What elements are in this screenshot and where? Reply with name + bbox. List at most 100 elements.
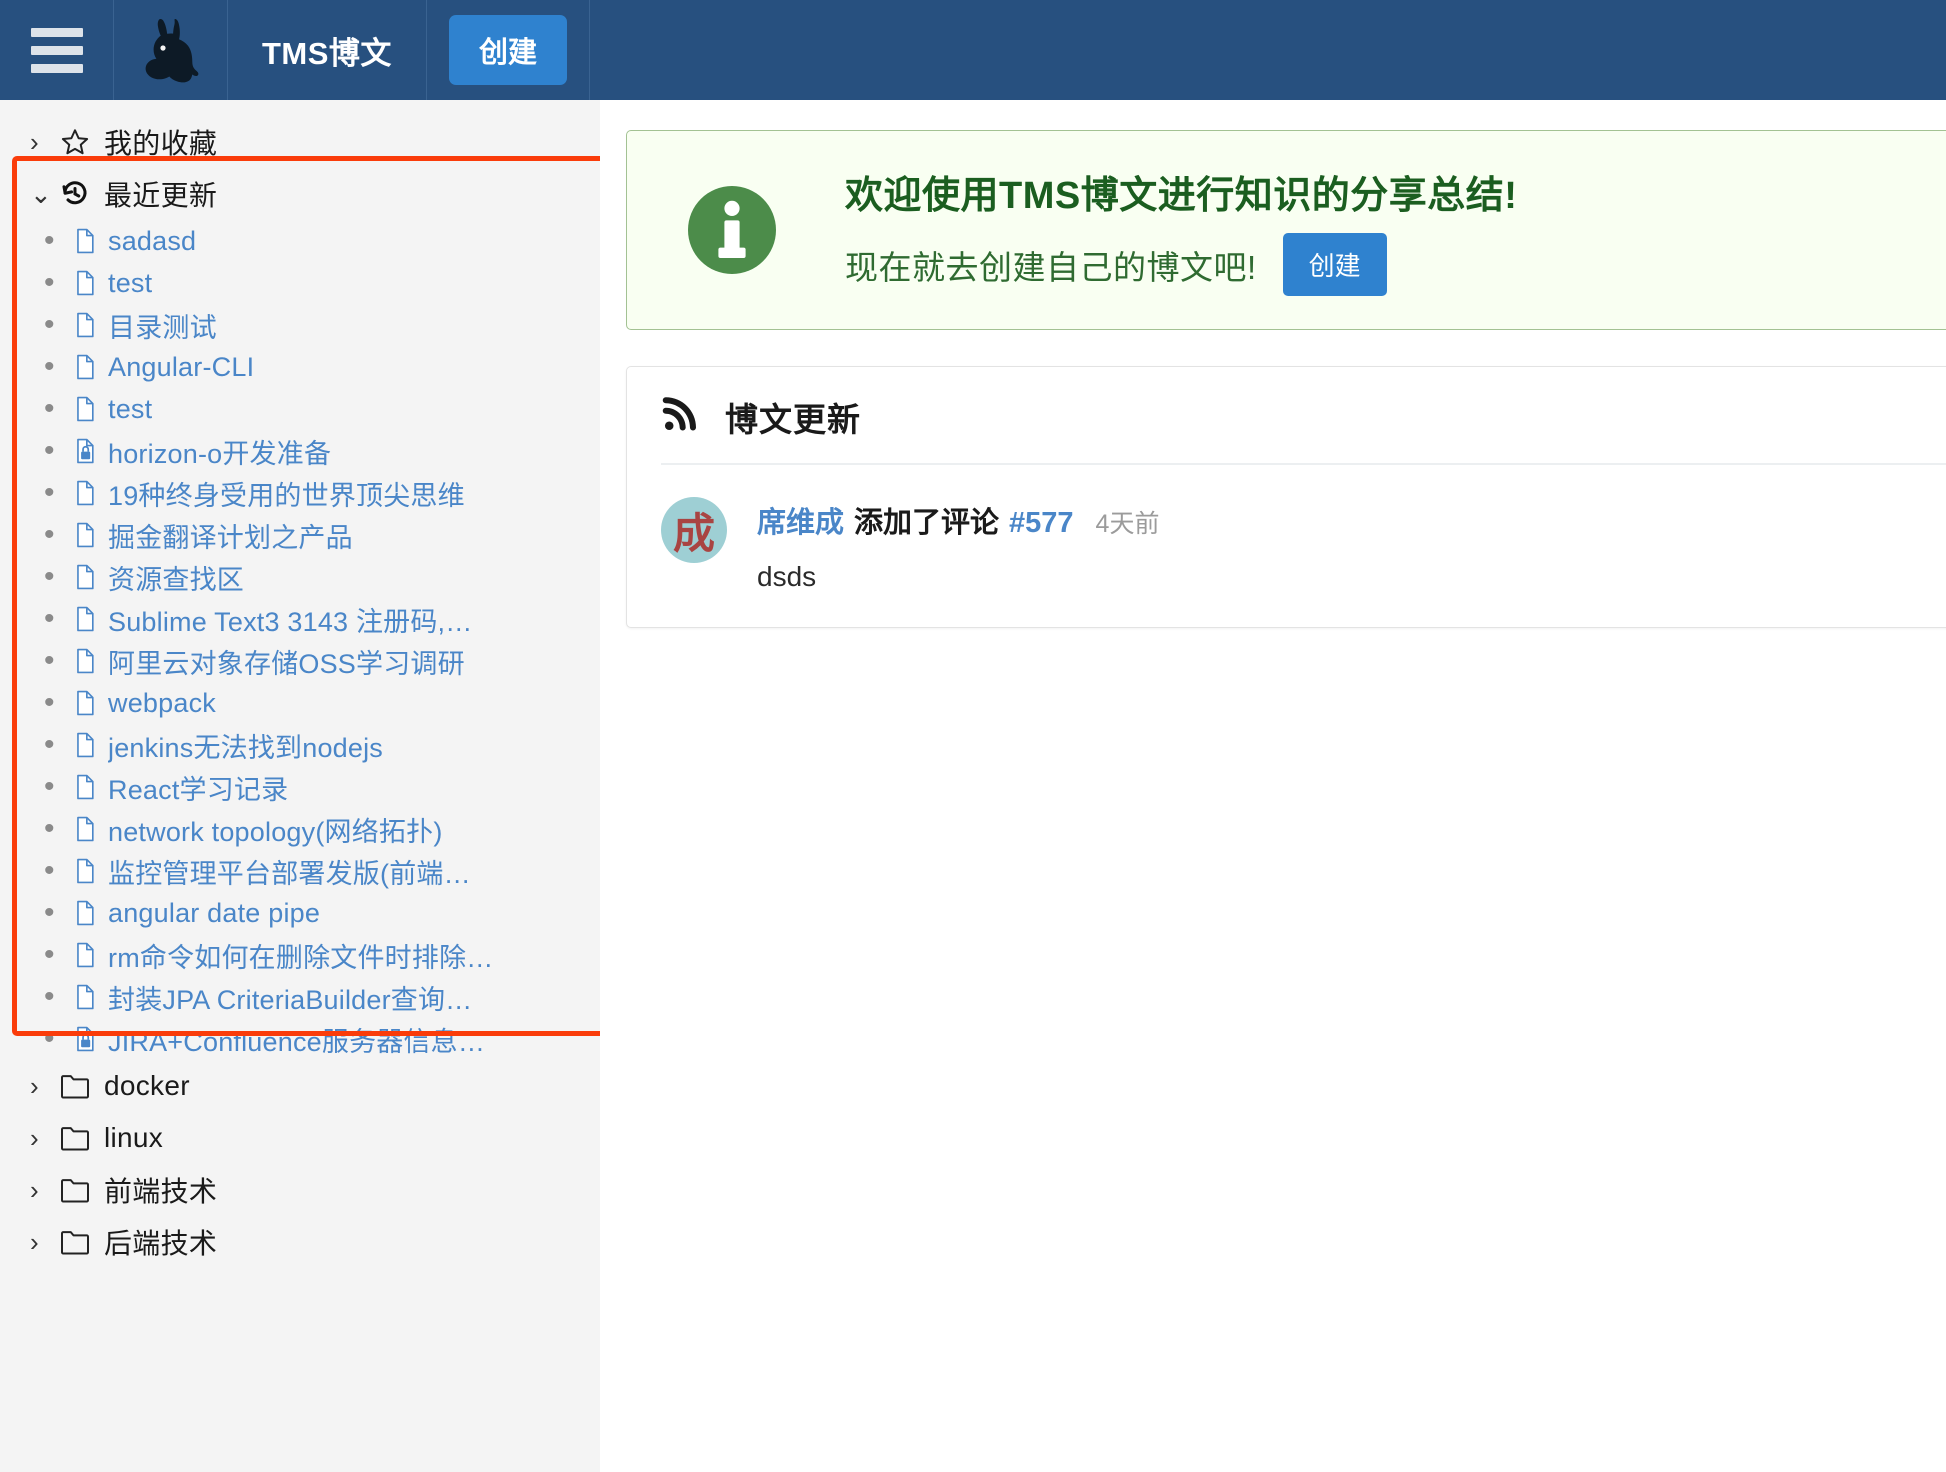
welcome-alert-subtitle: 现在就去创建自己的博文吧! (845, 248, 1257, 286)
hamburger-icon (30, 27, 83, 73)
chevron-right-icon[interactable]: › (30, 129, 60, 155)
sidebar-folder-label: 前端技术 (104, 1176, 218, 1207)
file-icon (72, 563, 108, 591)
list-item[interactable]: • angular date pipe (0, 892, 600, 934)
list-item-label: Angular-CLI (108, 351, 255, 382)
list-item-label: webpack (108, 687, 216, 718)
list-item[interactable]: • 阿里云对象存储OSS学习调研 (0, 640, 600, 682)
welcome-alert-action-row: 现在就去创建自己的博文吧! 创建 (845, 233, 1517, 296)
list-item[interactable]: • test (0, 388, 600, 430)
folder-icon (60, 1125, 104, 1151)
feed-author-link[interactable]: 席维成 (757, 499, 844, 541)
list-item-label: 19种终身受用的世界顶尖思维 (108, 480, 465, 511)
sidebar-navigation: › 我的收藏 ⌄ 最近更新 • sadasd • test • 目录测试 • Angular-… (0, 100, 600, 1472)
sidebar-item-favorites[interactable]: › 我的收藏 (0, 116, 600, 168)
file-icon (72, 983, 108, 1011)
blog-updates-card: 博文更新 成席维成 添加了评论 #577 4天前 dsds (626, 366, 1946, 628)
create-button[interactable]: 创建 (448, 15, 567, 85)
list-item-label: JIRA+Confluence服务器信息… (108, 1026, 486, 1057)
header-create-cell: 创建 (427, 0, 590, 100)
welcome-alert: 欢迎使用TMS博文进行知识的分享总结! 现在就去创建自己的博文吧! 创建 (626, 130, 1946, 330)
sidebar-folder-linux[interactable]: › linux (0, 1112, 600, 1164)
feed-item: 成席维成 添加了评论 #577 4天前 dsds (661, 465, 1946, 593)
list-item[interactable]: • network topology(网络拓扑) (0, 808, 600, 850)
file-icon (72, 605, 108, 633)
blog-updates-feed: 成席维成 添加了评论 #577 4天前 dsds (661, 465, 1946, 593)
list-item[interactable]: • test (0, 262, 600, 304)
file-icon (72, 731, 108, 759)
file-icon (72, 815, 108, 843)
file-lock-icon (72, 437, 108, 465)
welcome-alert-body: 欢迎使用TMS博文进行知识的分享总结! 现在就去创建自己的博文吧! 创建 (787, 164, 1517, 296)
list-item[interactable]: • 资源查找区 (0, 556, 600, 598)
list-item-label: 阿里云对象存储OSS学习调研 (108, 648, 465, 679)
chevron-down-icon[interactable]: ⌄ (30, 181, 60, 207)
list-item[interactable]: • Sublime Text3 3143 注册码,… (0, 598, 600, 640)
list-item[interactable]: • 19种终身受用的世界顶尖思维 (0, 472, 600, 514)
list-item[interactable]: • rm命令如何在删除文件时排除… (0, 934, 600, 976)
main-content: 欢迎使用TMS博文进行知识的分享总结! 现在就去创建自己的博文吧! 创建 博文更… (600, 100, 1946, 1472)
chevron-right-icon[interactable]: › (30, 1073, 60, 1099)
folder-icon (60, 1177, 104, 1203)
sidebar-folder-docker[interactable]: › docker (0, 1060, 600, 1112)
list-item-label: rm命令如何在删除文件时排除… (108, 942, 494, 973)
list-item[interactable]: • jenkins无法找到nodejs (0, 724, 600, 766)
list-item-label: Sublime Text3 3143 注册码,… (108, 606, 473, 637)
list-item-label: 掘金翻译计划之产品 (108, 522, 353, 553)
feed-timestamp: 4天前 (1095, 510, 1160, 538)
file-icon (72, 899, 108, 927)
rss-icon (661, 396, 699, 439)
list-item[interactable]: • JIRA+Confluence服务器信息… (0, 1018, 600, 1060)
list-item-label: 封装JPA CriteriaBuilder查询… (108, 984, 473, 1015)
file-icon (72, 479, 108, 507)
rabbit-logo[interactable] (114, 0, 228, 100)
file-icon (72, 269, 108, 297)
list-item[interactable]: • horizon-o开发准备 (0, 430, 600, 472)
sidebar-folder-前端技术[interactable]: › 前端技术 (0, 1164, 600, 1216)
feed-item-meta: 席维成 添加了评论 #577 4天前 (757, 499, 1159, 541)
chevron-right-icon[interactable]: › (30, 1125, 60, 1151)
file-icon (72, 227, 108, 255)
sidebar-item-recent[interactable]: ⌄ 最近更新 (0, 168, 600, 220)
list-item[interactable]: • sadasd (0, 220, 600, 262)
list-item-label: test (108, 393, 153, 424)
feed-content: dsds (757, 561, 817, 592)
sidebar-item-favorites-label: 我的收藏 (104, 128, 218, 159)
list-item[interactable]: • 掘金翻译计划之产品 (0, 514, 600, 556)
chevron-right-icon[interactable]: › (30, 1177, 60, 1203)
sidebar-folder-label: docker (104, 1070, 190, 1101)
list-item[interactable]: • 监控管理平台部署发版(前端… (0, 850, 600, 892)
app-title: TMS博文 (228, 0, 427, 100)
page-body: › 我的收藏 ⌄ 最近更新 • sadasd • test • 目录测试 • Angular-… (0, 100, 1946, 1472)
welcome-alert-title: 欢迎使用TMS博文进行知识的分享总结! (845, 175, 1518, 217)
sidebar-folder-后端技术[interactable]: › 后端技术 (0, 1216, 600, 1268)
menu-toggle-button[interactable] (0, 0, 114, 100)
feed-reference-link[interactable]: #577 (1009, 507, 1074, 540)
file-icon (72, 689, 108, 717)
list-item-label: horizon-o开发准备 (108, 438, 332, 469)
recent-documents-list: • sadasd • test • 目录测试 • Angular-CLI • test • horiz… (0, 220, 600, 1060)
file-icon (72, 353, 108, 381)
feed-item-body: 席维成 添加了评论 #577 4天前 dsds (727, 497, 1159, 593)
chevron-right-icon[interactable]: › (30, 1229, 60, 1255)
history-icon (60, 179, 104, 209)
feed-action-text: 添加了评论 (854, 507, 1000, 539)
file-lock-icon (72, 1025, 108, 1053)
rabbit-logo-icon (145, 19, 198, 83)
list-item[interactable]: • 封装JPA CriteriaBuilder查询… (0, 976, 600, 1018)
blog-updates-title: 博文更新 (725, 401, 861, 438)
list-item[interactable]: • 目录测试 (0, 304, 600, 346)
list-item[interactable]: • webpack (0, 682, 600, 724)
blog-updates-header: 博文更新 (661, 393, 1946, 465)
list-item[interactable]: • Angular-CLI (0, 346, 600, 388)
star-icon (60, 127, 104, 157)
list-item[interactable]: • React学习记录 (0, 766, 600, 808)
file-icon (72, 857, 108, 885)
list-item-label: angular date pipe (108, 897, 321, 928)
alert-create-button[interactable]: 创建 (1282, 233, 1387, 296)
sidebar-item-recent-label: 最近更新 (104, 180, 218, 211)
list-item-label: network topology(网络拓扑) (108, 816, 443, 847)
list-item-label: 目录测试 (108, 312, 217, 343)
file-icon (72, 395, 108, 423)
file-icon (72, 941, 108, 969)
